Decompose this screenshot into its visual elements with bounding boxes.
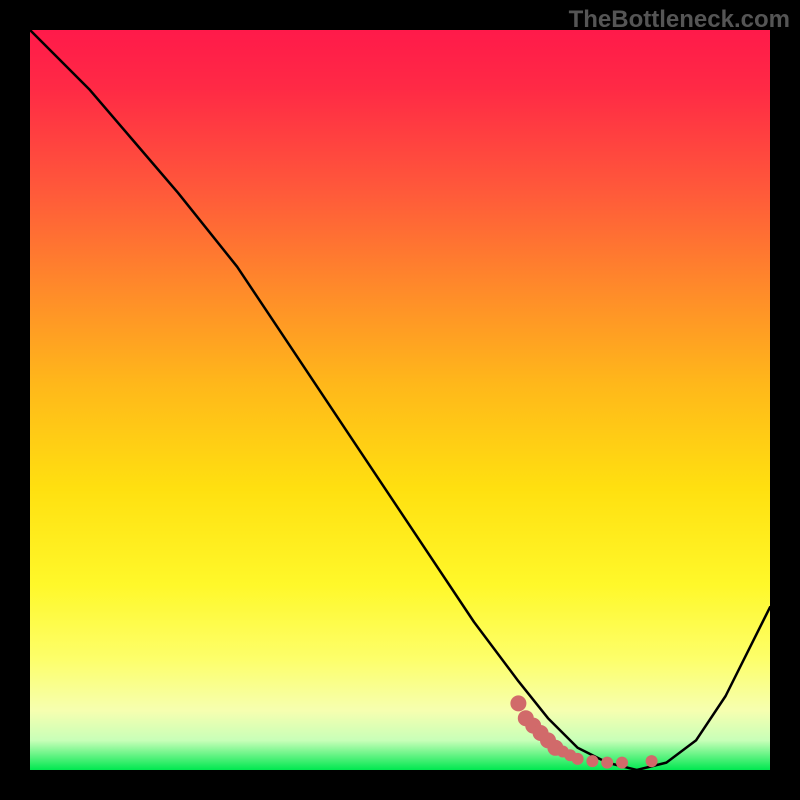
highlight-markers [510, 695, 657, 768]
bottleneck-curve [30, 30, 770, 770]
chart-container: TheBottleneck.com [0, 0, 800, 800]
curve-layer [30, 30, 770, 770]
marker-dot [510, 695, 526, 711]
marker-dot [616, 757, 628, 769]
marker-dot [586, 755, 598, 767]
marker-dot [572, 753, 584, 765]
plot-area [30, 30, 770, 770]
marker-dot [646, 755, 658, 767]
marker-dot [601, 757, 613, 769]
watermark-text: TheBottleneck.com [569, 6, 790, 34]
